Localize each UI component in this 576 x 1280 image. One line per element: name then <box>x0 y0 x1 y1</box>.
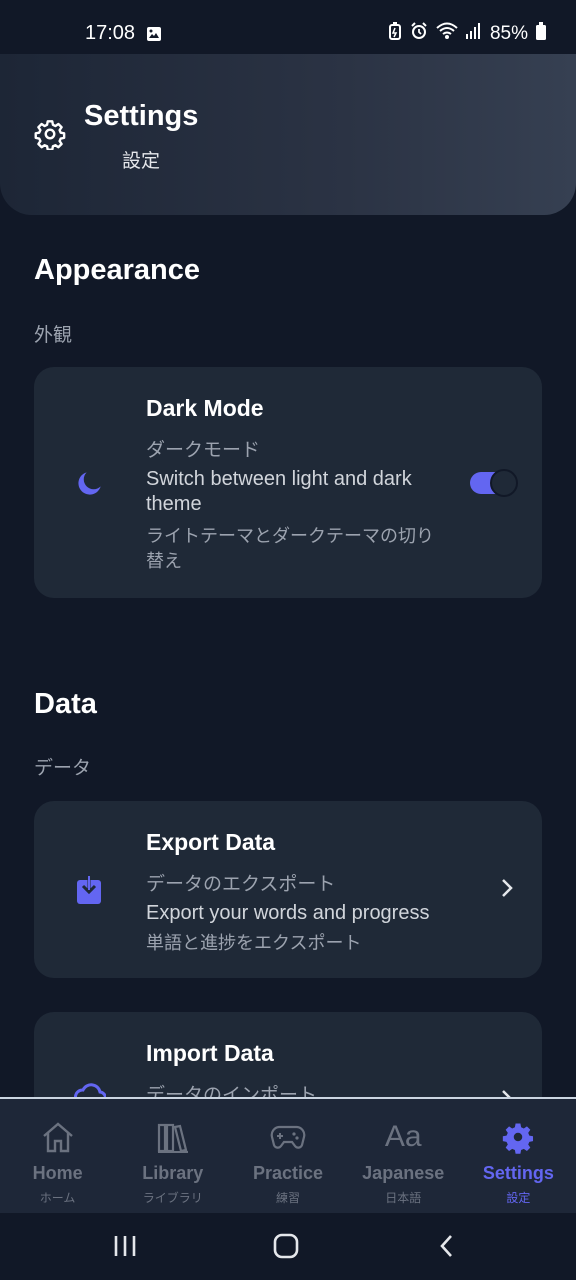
gear-icon <box>501 1119 535 1155</box>
gamepad-icon <box>270 1119 306 1155</box>
nav-label-jp: ホーム <box>39 1191 76 1205</box>
status-time: 17:08 <box>85 22 136 44</box>
section-title-data: Data <box>34 688 97 720</box>
nav-item-home[interactable]: Home ホーム <box>0 1099 115 1213</box>
dark-mode-title: Dark Mode <box>146 395 264 421</box>
export-data-description: Export your words and progress <box>146 902 430 924</box>
dark-mode-toggle[interactable] <box>470 469 518 497</box>
nav-label: Practice <box>252 1163 324 1183</box>
section-title-appearance: Appearance <box>34 254 201 286</box>
page-header: Settings 設定 <box>0 54 576 215</box>
signal-icon <box>465 22 482 45</box>
nav-item-practice[interactable]: Practice 練習 <box>230 1099 345 1213</box>
back-icon[interactable] <box>437 1233 457 1264</box>
nav-label-jp: 練習 <box>276 1191 301 1205</box>
home-icon <box>41 1119 75 1155</box>
nav-item-settings[interactable]: Settings 設定 <box>461 1099 576 1213</box>
battery-icon <box>536 22 546 45</box>
dark-mode-description: Switch between light and dark theme <box>146 468 412 515</box>
library-icon <box>156 1119 190 1155</box>
aa-icon: Aa <box>384 1120 422 1153</box>
status-bar: 17:08 85% <box>0 0 576 54</box>
nav-label: Japanese <box>362 1163 445 1183</box>
system-nav-bar <box>0 1213 576 1280</box>
export-data-title-jp: データのエクスポート <box>146 874 336 895</box>
import-data-title: Import Data <box>146 1040 274 1066</box>
chevron-right-icon <box>500 877 514 904</box>
dark-mode-card[interactable]: Dark Mode ダークモード Switch between light an… <box>34 367 542 598</box>
export-data-title: Export Data <box>146 829 276 855</box>
nav-item-library[interactable]: Library ライブラリ <box>115 1099 230 1213</box>
nav-label: Home <box>32 1163 83 1183</box>
battery-saver-icon <box>388 22 402 45</box>
battery-percent: 85% <box>489 22 528 44</box>
export-data-description-jp: 単語と進捗をエクスポート <box>146 933 362 953</box>
nav-label: Settings <box>482 1163 554 1183</box>
status-icons: 85% <box>388 22 546 45</box>
nav-label-jp: 設定 <box>506 1191 531 1205</box>
page-title: Settings <box>84 100 199 132</box>
moon-icon <box>74 467 106 504</box>
wifi-icon <box>436 22 458 45</box>
gallery-notification-icon <box>146 26 162 47</box>
alarm-icon <box>410 22 428 45</box>
toggle-knob <box>490 469 518 497</box>
recent-apps-icon[interactable] <box>112 1233 138 1264</box>
section-subtitle-appearance: 外観 <box>34 325 73 346</box>
home-button-icon[interactable] <box>272 1233 300 1264</box>
bottom-nav: Home ホーム Library ライブラリ Practice 練習 Aa Ja… <box>0 1097 576 1213</box>
nav-label-jp: ライブラリ <box>142 1191 203 1205</box>
nav-label-jp: 日本語 <box>385 1191 422 1205</box>
page-subtitle: 設定 <box>122 151 161 172</box>
download-icon <box>76 874 102 911</box>
section-subtitle-data: データ <box>34 758 92 779</box>
export-data-card[interactable]: Export Data データのエクスポート Export your words… <box>34 801 542 978</box>
dark-mode-title-jp: ダークモード <box>146 440 261 461</box>
dark-mode-description-jp: ライトテーマとダークテーマの切り替え <box>146 526 434 571</box>
nav-label: Library <box>142 1163 204 1183</box>
gear-icon <box>34 118 66 155</box>
nav-item-japanese[interactable]: Aa Japanese 日本語 <box>346 1099 461 1213</box>
